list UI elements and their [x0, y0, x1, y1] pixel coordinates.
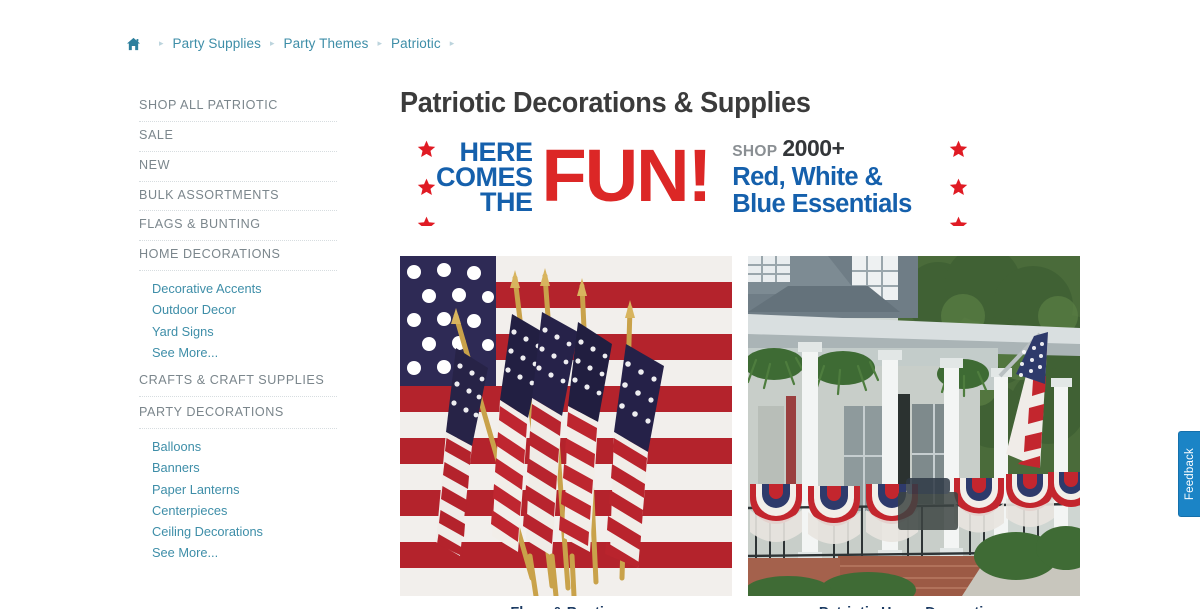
sidebar-group-flags-bunting: Flags & Bunting — [139, 211, 337, 242]
promo-shop-count: 2000+ — [782, 135, 845, 162]
promo-headline-right: SHOP 2000+ Red, White & Blue Essentials — [732, 137, 912, 218]
promo-headline-left: HERE COMES THE — [436, 139, 533, 218]
sidebar-item-crafts-craft-supplies[interactable]: Crafts & Craft Supplies — [139, 365, 337, 398]
breadcrumb-item-party-supplies[interactable]: Party Supplies — [173, 36, 261, 51]
promo-banner[interactable]: HERE COMES THE FUN! SHOP 2000+ Red, Whit… — [400, 129, 1080, 226]
promo-shop-line: SHOP 2000+ — [732, 135, 845, 162]
sidebar-item-party-decorations[interactable]: Party Decorations — [139, 397, 337, 429]
promo-essentials-line-1: Red, White & — [732, 163, 883, 192]
breadcrumb-item-patriotic[interactable]: Patriotic — [391, 36, 441, 51]
breadcrumb: ▸ Party Supplies ▸ Party Themes ▸ Patrio… — [126, 36, 463, 51]
promo-essentials-line-2: Blue Essentials — [732, 190, 912, 219]
main-content: Patriotic Decorations & Supplies HERE CO… — [400, 87, 1080, 226]
sidebar-subitem-banners[interactable]: Banners — [152, 457, 337, 478]
sidebar-subitem-ceiling-decorations[interactable]: Ceiling Decorations — [152, 521, 337, 542]
sidebar-item-flags-bunting[interactable]: Flags & Bunting — [139, 211, 337, 242]
promo-shop-label: SHOP — [732, 143, 778, 161]
breadcrumb-item-party-themes[interactable]: Party Themes — [284, 36, 369, 51]
promo-word-fun: FUN! — [541, 134, 713, 218]
sidebar-sublist-home-decorations: Decorative Accents Outdoor Decor Yard Si… — [139, 271, 337, 365]
page-title: Patriotic Decorations & Supplies — [400, 87, 811, 119]
sidebar-group-shop-all-patriotic: Shop All Patriotic — [139, 92, 337, 122]
sidebar-subitem-see-more[interactable]: See More... — [152, 342, 337, 363]
promo-line-the: THE — [480, 187, 533, 218]
us-flags-photo — [400, 256, 732, 596]
breadcrumb-separator-icon: ▸ — [377, 38, 383, 48]
category-tile-caption: Flags & Bunting — [400, 596, 732, 609]
sidebar-subitem-outdoor-decor[interactable]: Outdoor Decor — [152, 299, 337, 320]
category-tile-flags-bunting[interactable]: Flags & Bunting — [400, 256, 732, 609]
category-sidebar: Shop All Patriotic Sale New Bulk Assortm… — [139, 92, 337, 566]
breadcrumb-separator-icon: ▸ — [269, 38, 275, 48]
sidebar-item-bulk-assortments[interactable]: Bulk Assortments — [139, 182, 337, 212]
sidebar-item-shop-all-patriotic[interactable]: Shop All Patriotic — [139, 92, 337, 122]
sidebar-subitem-see-more[interactable]: See More... — [152, 542, 337, 563]
breadcrumb-separator-icon: ▸ — [159, 38, 164, 48]
breadcrumb-separator-icon: ▸ — [449, 38, 455, 48]
sidebar-group-bulk-assortments: Bulk Assortments — [139, 182, 337, 212]
category-tile-caption: Patriotic Home Decorations — [748, 596, 1080, 609]
sidebar-group-party-decorations: Party Decorations Balloons Banners Paper… — [139, 397, 337, 566]
sidebar-item-sale[interactable]: Sale — [139, 122, 337, 152]
sidebar-group-sale: Sale — [139, 122, 337, 152]
category-tile-patriotic-home-decorations[interactable]: Patriotic Home Decorations — [748, 256, 1080, 609]
sidebar-group-new: New — [139, 152, 337, 182]
sidebar-subitem-centerpieces[interactable]: Centerpieces — [152, 500, 337, 521]
feedback-tab[interactable]: Feedback — [1178, 431, 1200, 517]
sidebar-group-home-decorations: Home Decorations Decorative Accents Outd… — [139, 241, 337, 365]
sidebar-subitem-decorative-accents[interactable]: Decorative Accents — [152, 278, 337, 299]
sidebar-subitem-paper-lanterns[interactable]: Paper Lanterns — [152, 479, 337, 500]
promo-stars-right — [932, 135, 967, 226]
breadcrumb-home-link[interactable] — [126, 37, 141, 51]
sidebar-group-crafts-craft-supplies: Crafts & Craft Supplies — [139, 365, 337, 398]
sidebar-sublist-party-decorations: Balloons Banners Paper Lanterns Centerpi… — [139, 429, 337, 566]
page-root: ▸ Party Supplies ▸ Party Themes ▸ Patrio… — [0, 0, 1200, 609]
home-icon — [126, 37, 141, 51]
sidebar-item-new[interactable]: New — [139, 152, 337, 182]
promo-stars-left — [400, 135, 436, 226]
category-tiles: Flags & Bunting — [400, 256, 1080, 609]
porch-bunting-photo — [748, 256, 1080, 596]
sidebar-subitem-balloons[interactable]: Balloons — [152, 436, 337, 457]
sidebar-item-home-decorations[interactable]: Home Decorations — [139, 241, 337, 272]
feedback-tab-label: Feedback — [1183, 447, 1196, 501]
sidebar-subitem-yard-signs[interactable]: Yard Signs — [152, 321, 337, 342]
